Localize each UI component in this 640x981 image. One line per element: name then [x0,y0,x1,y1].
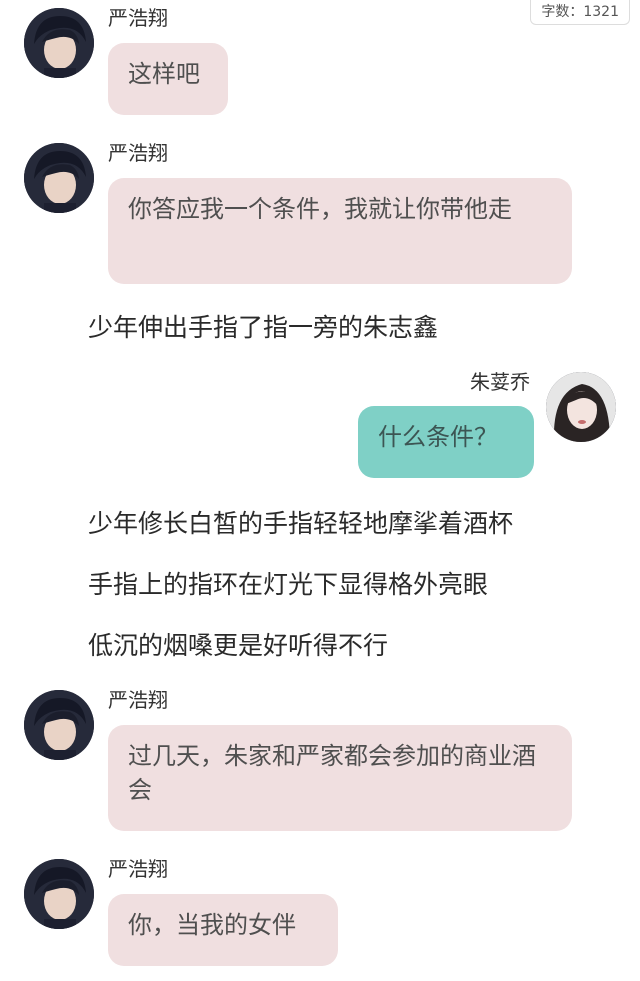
avatar-boy-icon [24,8,94,78]
narration-line: 手指上的指环在灯光下显得格外亮眼 [88,570,489,599]
avatar-girl-icon [546,372,616,442]
avatar-yan-haoxiang[interactable] [24,859,94,929]
sender-name: 严浩翔 [108,688,168,712]
word-count-badge: 字数：1321 [530,0,630,25]
sender-name: 朱荽乔 [470,370,530,394]
avatar-yan-haoxiang[interactable] [24,143,94,213]
message-bubble[interactable]: 过几天，朱家和严家都会参加的商业酒会 [108,725,572,831]
sender-name: 严浩翔 [108,6,168,30]
message-bubble[interactable]: 你答应我一个条件，我就让你带他走 [108,178,572,284]
avatar-boy-icon [24,143,94,213]
avatar-zhu-suiqiao[interactable] [546,372,616,442]
sender-name: 严浩翔 [108,141,168,165]
narration-line: 低沉的烟嗓更是好听得不行 [88,631,389,660]
avatar-yan-haoxiang[interactable] [24,8,94,78]
message-bubble[interactable]: 这样吧 [108,43,228,115]
avatar-yan-haoxiang[interactable] [24,690,94,760]
sender-name: 严浩翔 [108,857,168,881]
narration-line: 少年伸出手指了指一旁的朱志鑫 [88,313,439,342]
narration-line: 少年修长白皙的手指轻轻地摩挲着酒杯 [88,509,514,538]
avatar-boy-icon [24,859,94,929]
message-bubble[interactable]: 你，当我的女伴 [108,894,338,966]
avatar-boy-icon [24,690,94,760]
message-bubble[interactable]: 什么条件？ [358,406,534,478]
